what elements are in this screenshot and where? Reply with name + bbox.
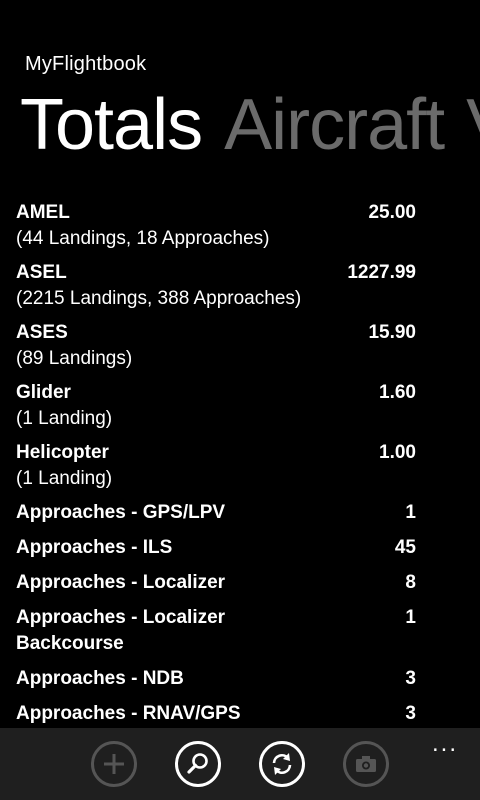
more-options-button[interactable]: ... — [432, 732, 458, 756]
search-button[interactable] — [175, 741, 221, 787]
total-label: Glider — [16, 382, 71, 403]
pivot-tab-totals[interactable]: Totals — [20, 85, 203, 165]
total-label: Approaches - ILS — [16, 537, 173, 558]
app-bar: ... — [0, 728, 480, 800]
total-subtext: (89 Landings) — [16, 348, 133, 369]
list-item[interactable]: Approaches - GPS/LPV 1 — [16, 500, 416, 526]
list-item[interactable]: AMEL 25.00 (44 Landings, 18 Approaches) — [16, 200, 416, 252]
screen: MyFlightbook Totals Aircraft V AMEL 25.00 … — [0, 0, 480, 800]
total-label: ASEL — [16, 262, 67, 283]
total-subtext: (2215 Landings, 388 Approaches) — [16, 288, 302, 309]
total-label: ASES — [16, 322, 68, 343]
total-subtext: (1 Landing) — [16, 468, 113, 489]
total-value: 3 — [405, 668, 416, 689]
add-button[interactable] — [91, 741, 137, 787]
refresh-icon — [272, 753, 292, 775]
total-value: 45 — [394, 537, 416, 558]
total-label: Helicopter — [16, 442, 109, 463]
total-value: 1 — [405, 502, 416, 523]
list-item[interactable]: Approaches - RNAV/GPS 3 — [16, 701, 416, 727]
total-label: Approaches - Localizer — [16, 572, 226, 593]
list-item[interactable]: ASEL 1227.99 (2215 Landings, 388 Approac… — [16, 260, 416, 312]
list-item[interactable]: Approaches - Localizer Backcourse 1 — [16, 605, 416, 657]
list-item[interactable]: Approaches - Localizer 8 — [16, 570, 416, 596]
camera-button[interactable] — [343, 741, 389, 787]
total-label: Approaches - RNAV/GPS — [16, 703, 241, 724]
list-item[interactable]: Approaches - ILS 45 — [16, 535, 416, 561]
total-subtext: (1 Landing) — [16, 408, 113, 429]
total-label: Approaches - Localizer Backcourse — [16, 607, 226, 654]
list-item[interactable]: Approaches - NDB 3 — [16, 666, 416, 692]
search-icon — [187, 753, 208, 774]
total-subtext: (44 Landings, 18 Approaches) — [16, 228, 270, 249]
add-icon — [104, 754, 124, 774]
pivot-headers: Totals Aircraft V — [20, 80, 480, 170]
total-value: 8 — [405, 572, 416, 593]
total-value: 1227.99 — [347, 262, 416, 283]
total-value: 15.90 — [368, 322, 416, 343]
camera-icon — [356, 756, 376, 772]
app-title: MyFlightbook — [25, 53, 147, 75]
total-value: 25.00 — [368, 202, 416, 223]
total-label: Approaches - NDB — [16, 668, 184, 689]
total-value: 1.60 — [379, 382, 416, 403]
total-label: AMEL — [16, 202, 70, 223]
list-item[interactable]: ASES 15.90 (89 Landings) — [16, 320, 416, 372]
total-label: Approaches - GPS/LPV — [16, 502, 226, 523]
totals-list[interactable]: AMEL 25.00 (44 Landings, 18 Approaches) … — [16, 200, 416, 728]
pivot-tab-aircraft[interactable]: Aircraft — [224, 85, 445, 165]
total-value: 1 — [405, 607, 416, 628]
list-item[interactable]: Glider 1.60 (1 Landing) — [16, 380, 416, 432]
refresh-button[interactable] — [259, 741, 305, 787]
list-item[interactable]: Helicopter 1.00 (1 Landing) — [16, 440, 416, 492]
pivot-tab-next[interactable]: V — [466, 85, 480, 165]
total-value: 1.00 — [379, 442, 416, 463]
total-value: 3 — [405, 703, 416, 724]
